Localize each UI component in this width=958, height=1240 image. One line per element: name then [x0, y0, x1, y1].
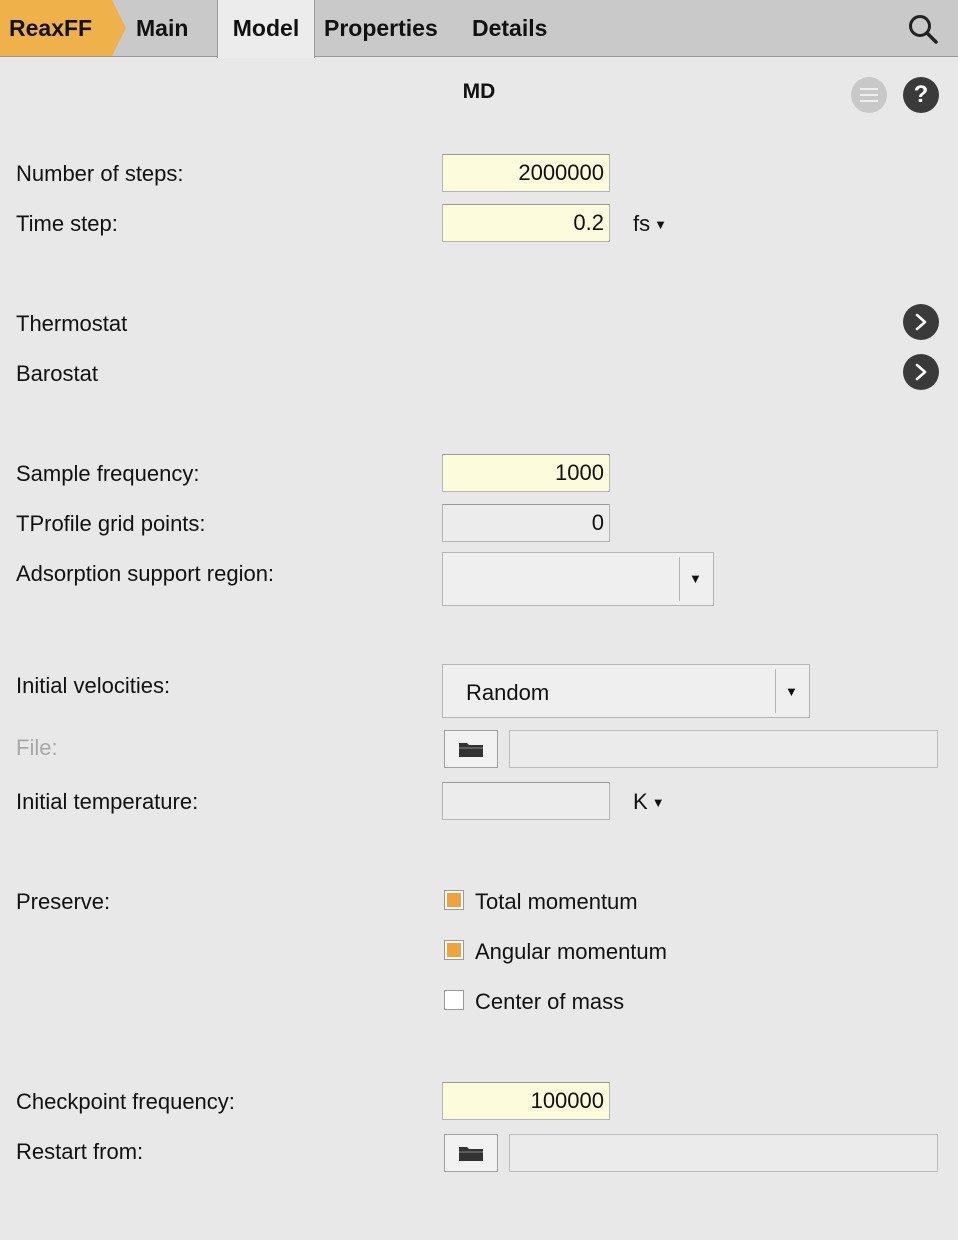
initial-temperature-label: Initial temperature:: [16, 789, 199, 814]
initial-velocities-label: Initial velocities:: [16, 673, 171, 698]
combo-separator: [679, 557, 680, 601]
time-step-unit-select[interactable]: fs ▼: [633, 211, 667, 237]
chevron-right-icon: [915, 313, 927, 331]
adsorption-region-label: Adsorption support region:: [16, 561, 275, 586]
tprofile-grid-input[interactable]: 0: [442, 504, 610, 542]
center-of-mass-checkbox[interactable]: [444, 990, 464, 1010]
temperature-unit-label: K: [633, 789, 648, 814]
tab-main[interactable]: Main: [136, 0, 188, 56]
preserve-label: Preserve:: [16, 889, 111, 914]
initial-temperature-input[interactable]: [442, 782, 610, 820]
menu-button[interactable]: [851, 77, 887, 113]
checkpoint-frequency-label: Checkpoint frequency:: [16, 1089, 235, 1114]
tab-app-label: ReaxFF: [9, 15, 93, 41]
time-step-input[interactable]: 0.2: [442, 204, 610, 242]
file-label: File:: [16, 735, 58, 760]
dropdown-arrow-icon: ▼: [689, 571, 702, 586]
combo-separator: [775, 669, 776, 713]
thermostat-expand-button[interactable]: [903, 304, 939, 340]
center-of-mass-label[interactable]: Center of mass: [475, 989, 624, 1015]
initial-velocities-select[interactable]: Random ▼: [442, 664, 810, 718]
tab-properties[interactable]: Properties: [324, 0, 438, 56]
chevron-right-icon: [915, 363, 927, 381]
angular-momentum-label[interactable]: Angular momentum: [475, 939, 667, 965]
restart-from-label: Restart from:: [16, 1139, 144, 1164]
barostat-label: Barostat: [16, 361, 98, 386]
adsorption-region-select[interactable]: ▼: [442, 552, 714, 606]
num-steps-input[interactable]: 2000000: [442, 154, 610, 192]
barostat-expand-button[interactable]: [903, 354, 939, 390]
initial-velocities-value: Random: [466, 680, 550, 705]
total-momentum-label[interactable]: Total momentum: [475, 889, 638, 915]
sample-frequency-input[interactable]: 1000: [442, 454, 610, 492]
folder-icon: [459, 743, 483, 757]
tab-bar: ReaxFF Main Model Properties Details: [0, 0, 958, 58]
tab-model[interactable]: Model: [217, 0, 315, 58]
angular-momentum-checkbox[interactable]: [444, 940, 464, 960]
panel-title: MD: [462, 80, 496, 103]
checkpoint-frequency-input[interactable]: 100000: [442, 1082, 610, 1120]
tprofile-grid-label: TProfile grid points:: [16, 511, 206, 536]
restart-browse-button[interactable]: [444, 1134, 498, 1172]
num-steps-label: Number of steps:: [16, 161, 184, 186]
tab-app-reaxff[interactable]: ReaxFF: [0, 0, 126, 56]
folder-icon: [459, 1147, 483, 1161]
tab-details[interactable]: Details: [472, 0, 547, 56]
menu-icon: [860, 88, 878, 102]
sample-frequency-label: Sample frequency:: [16, 461, 200, 486]
help-button[interactable]: ?: [903, 77, 939, 113]
file-browse-button[interactable]: [444, 730, 498, 768]
question-mark-icon: ?: [913, 81, 929, 108]
thermostat-label: Thermostat: [16, 311, 128, 336]
restart-path-input[interactable]: [509, 1134, 938, 1172]
caret-down-icon: ▼: [651, 795, 665, 810]
caret-down-icon: ▼: [654, 217, 667, 232]
search-icon[interactable]: [906, 12, 940, 46]
total-momentum-checkbox[interactable]: [444, 890, 464, 910]
time-step-label: Time step:: [16, 211, 118, 236]
time-step-unit-label: fs: [633, 211, 651, 236]
file-path-input[interactable]: [509, 730, 938, 768]
dropdown-arrow-icon: ▼: [785, 684, 798, 699]
temperature-unit-select[interactable]: K ▼: [633, 789, 665, 815]
